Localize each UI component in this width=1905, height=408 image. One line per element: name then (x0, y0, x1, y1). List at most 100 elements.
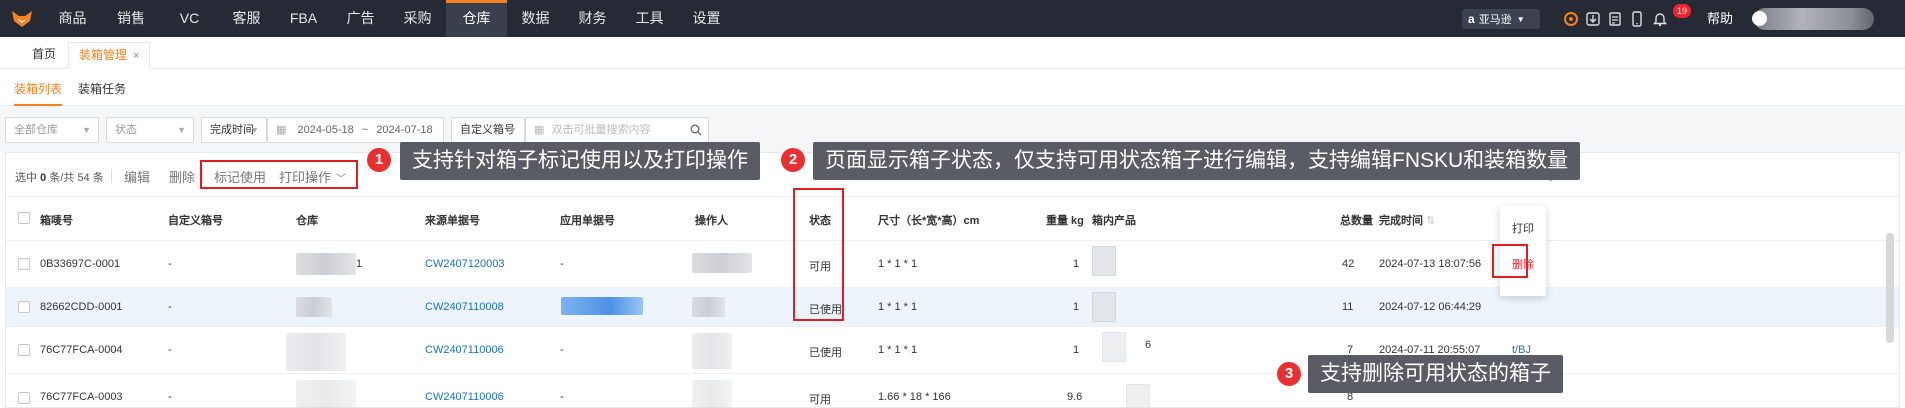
row-checkbox[interactable] (18, 392, 30, 404)
product-thumbnail[interactable] (1092, 246, 1116, 276)
nav-item-6[interactable]: 采购 (389, 0, 446, 37)
source-no-link[interactable]: CW2407120003 (425, 258, 505, 270)
custom-box-cell: - (168, 258, 172, 270)
chevron-down-icon: ▼ (177, 125, 186, 135)
col-done-time-label: 完成时间 (1379, 215, 1423, 227)
nav-item-2[interactable]: VC (161, 0, 218, 37)
help-link[interactable]: 帮助 (1707, 0, 1733, 37)
source-no-link[interactable]: CW2407110006 (425, 344, 504, 356)
tab-home-label: 首页 (32, 47, 57, 61)
operator-blurred (692, 380, 732, 408)
search-type-select[interactable]: 自定义箱号 ▼ (451, 117, 525, 143)
table-row[interactable]: 82662CDD-0001 - CW2407110008 已使用 1 * 1 *… (6, 288, 1899, 327)
source-no-link[interactable]: CW2407110008 (425, 301, 504, 313)
edit-button[interactable]: 编辑 (124, 167, 150, 186)
highlight-toolbar-actions (200, 160, 358, 189)
warehouse-blurred (296, 380, 356, 408)
main-menu: 商品 销售 VC 客服 FBA 广告 采购 仓库 数据 财务 工具 设置 (44, 0, 735, 37)
product-thumbnail[interactable] (1102, 332, 1126, 362)
delete-button[interactable]: 删除 (169, 167, 195, 186)
size-cell: 1 * 1 * 1 (878, 344, 918, 356)
avatar[interactable] (1752, 11, 1767, 26)
callout-number-2: 2 (781, 148, 805, 172)
row-checkbox[interactable] (18, 344, 30, 356)
menu-item-print[interactable]: 打印 (1500, 220, 1546, 236)
search-input[interactable]: ▦ 双击可批量搜索内容 (525, 117, 709, 143)
apply-no-cell: - (560, 391, 564, 403)
status-select[interactable]: 状态 ▼ (106, 117, 194, 143)
custom-box-cell: - (168, 391, 172, 403)
row-checkbox[interactable] (18, 301, 30, 313)
nav-item-5[interactable]: 广告 (332, 0, 389, 37)
select-all-checkbox[interactable] (18, 212, 30, 224)
vertical-scrollbar[interactable] (1886, 233, 1894, 343)
table-row[interactable]: 76C77FCA-0004 - CW2407110006 - 已使用 1 * 1… (6, 327, 1899, 374)
close-icon[interactable]: × (133, 50, 139, 62)
callout-number-3: 3 (1277, 362, 1301, 386)
tab-box-management[interactable]: 装箱管理 × (68, 42, 151, 69)
tab-home[interactable]: 首页 (22, 42, 66, 69)
product-cell-tail: 6 (1145, 339, 1152, 351)
nav-item-0[interactable]: 商品 (44, 0, 101, 37)
col-box-no: 箱唛号 (40, 215, 73, 227)
table-row[interactable]: 0B33697C-0001 - 1 CW2407120003 - 可用 1 * … (6, 241, 1899, 288)
warehouse-select-value: 全部仓库 (14, 124, 58, 136)
time-type-select[interactable]: 完成时间 ▼ (201, 117, 267, 143)
mobile-icon[interactable] (1629, 11, 1645, 27)
tab-box-management-label: 装箱管理 (79, 48, 128, 62)
col-total: 总数量 (1340, 215, 1373, 227)
app-logo[interactable] (0, 0, 44, 37)
weight-cell: 1 (1073, 301, 1080, 313)
product-thumbnail[interactable] (1126, 384, 1150, 408)
subtab-box-task[interactable]: 装箱任务 (78, 80, 126, 97)
fox-logo-icon (12, 10, 32, 27)
bell-icon[interactable] (1652, 11, 1668, 27)
done-time-cell: 2024-07-12 06:44:29 (1379, 301, 1482, 313)
status-cell: 已使用 (809, 347, 842, 359)
col-size: 尺寸（长*宽*高）cm (878, 215, 980, 227)
page-tabs: 首页 装箱管理 × (0, 37, 1905, 69)
operator-blurred (692, 333, 732, 369)
document-icon[interactable] (1607, 11, 1623, 27)
highlight-status-column (793, 188, 844, 321)
col-products: 箱内产品 (1092, 215, 1136, 227)
col-done-time[interactable]: 完成时间 ⇅ (1379, 212, 1435, 228)
globe-icon[interactable] (1563, 11, 1579, 27)
nav-item-7[interactable]: 仓库 (446, 0, 507, 37)
nav-item-1[interactable]: 销售 (101, 0, 161, 37)
selected-suffix: 条/共 54 条 (49, 172, 104, 184)
download-icon[interactable] (1585, 11, 1601, 27)
nav-item-8[interactable]: 数据 (507, 0, 564, 37)
nav-item-9[interactable]: 财务 (564, 0, 621, 37)
nav-item-10[interactable]: 工具 (621, 0, 678, 37)
table-row[interactable]: 76C77FCA-0003 - CW2407110006 - 可用 1.66 *… (6, 374, 1899, 408)
date-start: 2024-05-18 (297, 124, 354, 136)
custom-box-cell: - (168, 301, 172, 313)
subtab-box-list[interactable]: 装箱列表 (14, 80, 63, 106)
size-cell: 1 * 1 * 1 (878, 258, 918, 270)
user-account-blurred[interactable] (1754, 8, 1874, 30)
row-checkbox[interactable] (18, 258, 30, 270)
date-range-picker[interactable]: ▦ 2024-05-18 ~ 2024-07-18 (267, 117, 444, 143)
nav-item-4[interactable]: FBA (275, 0, 332, 37)
callout-2: 页面显示箱子状态，仅支持可用状态箱子进行编辑，支持编辑FNSKU和装箱数量 (813, 142, 1581, 180)
selected-count: 0 (40, 172, 47, 184)
product-thumbnail[interactable] (1092, 292, 1116, 322)
source-no-link[interactable]: CW2407110006 (425, 391, 504, 403)
nav-item-3[interactable]: 客服 (218, 0, 275, 37)
search-placeholder: 双击可批量搜索内容 (551, 124, 651, 136)
search-icon[interactable] (690, 124, 702, 136)
callout-number-1: 1 (367, 148, 391, 172)
total-cell: 42 (1342, 258, 1355, 270)
store-select[interactable]: a 亚马逊 ▼ (1462, 9, 1540, 29)
apply-no-blurred[interactable] (561, 297, 643, 315)
divider (111, 169, 112, 183)
warehouse-select[interactable]: 全部仓库 ▼ (5, 117, 99, 143)
nav-item-11[interactable]: 设置 (678, 0, 735, 37)
selection-summary: 选中 0 条/共 54 条 (15, 169, 104, 185)
status-select-value: 状态 (115, 124, 137, 136)
box-no-cell: 76C77FCA-0003 (40, 391, 123, 403)
box-no-cell: 76C77FCA-0004 (40, 344, 123, 356)
sort-icon[interactable]: ⇅ (1426, 215, 1435, 227)
col-warehouse: 仓库 (296, 215, 318, 227)
